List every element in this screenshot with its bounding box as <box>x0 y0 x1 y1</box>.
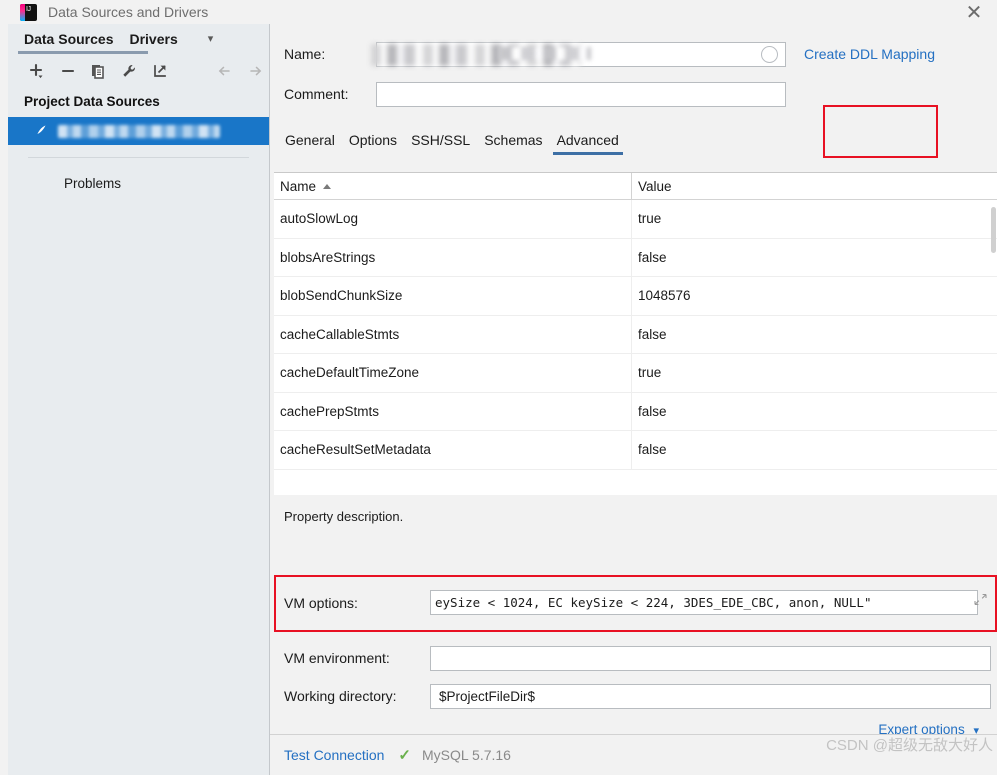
forward-button[interactable] <box>243 58 269 84</box>
cell-property-value[interactable]: false <box>632 393 997 431</box>
tab-advanced[interactable]: Advanced <box>550 132 626 156</box>
table-row[interactable]: cachePrepStmts false <box>274 392 997 431</box>
window-title: Data Sources and Drivers <box>48 4 209 20</box>
cell-property-value[interactable]: true <box>632 200 997 238</box>
working-directory-label: Working directory: <box>284 688 397 704</box>
table-scrollbar[interactable] <box>991 207 996 253</box>
sidebar-toolbar <box>8 54 269 88</box>
sidebar-tab-drivers[interactable]: Drivers <box>121 25 185 53</box>
data-sources-and-drivers-dialog: Data Sources and Drivers ✕ Data Sources … <box>0 0 997 775</box>
comment-input[interactable] <box>376 81 786 107</box>
table-header-row: Name Value <box>274 173 997 200</box>
sidebar-item-data-source-name <box>58 124 220 138</box>
tab-options[interactable]: Options <box>342 132 404 156</box>
status-bar: Test Connection ✓ MySQL 5.7.16 CSDN @超级无… <box>270 734 997 775</box>
mysql-dolphin-icon <box>30 122 50 140</box>
cell-property-name: blobsAreStrings <box>274 238 632 276</box>
name-label: Name: <box>284 46 326 62</box>
cell-property-name: cacheCallableStmts <box>274 315 632 353</box>
name-row: Name: Create DDL Mapping <box>270 38 997 70</box>
sidebar-tabs: Data Sources Drivers ▾ <box>8 24 269 54</box>
cell-property-value[interactable]: false <box>632 316 997 354</box>
properties-button[interactable] <box>116 58 142 84</box>
tab-ssh-ssl[interactable]: SSH/SSL <box>404 132 477 156</box>
comment-row: Comment: <box>270 78 997 110</box>
cell-property-value[interactable]: false <box>632 431 997 469</box>
details-tabs: General Options SSH/SSL Schemas Advanced <box>270 105 997 158</box>
check-icon: ✓ <box>398 747 411 764</box>
cell-property-value[interactable]: false <box>632 239 997 277</box>
cell-property-name: cachePrepStmts <box>274 392 632 430</box>
database-version-label: MySQL 5.7.16 <box>421 747 511 763</box>
sidebar-group-title: Project Data Sources <box>24 94 160 109</box>
back-button[interactable] <box>212 58 238 84</box>
tab-schemas[interactable]: Schemas <box>477 132 549 156</box>
column-header-name-label: Name <box>280 178 317 194</box>
working-directory-row: Working directory: $ProjectFileDir$ <box>270 680 997 712</box>
vm-environment-row: VM environment: <box>270 642 997 674</box>
details-panel: Name: Create DDL Mapping Comment: Genera… <box>270 24 997 775</box>
vm-options-row: VM options: eySize < 1024, EC keySize < … <box>270 577 997 628</box>
sidebar-item-problems[interactable]: Problems <box>8 158 269 191</box>
remove-button[interactable] <box>55 58 81 84</box>
sidebar-tab-active-underline <box>18 51 148 54</box>
tab-general[interactable]: General <box>278 132 342 156</box>
properties-table: Name Value autoSlowLog true blobsAreStri… <box>274 172 997 496</box>
property-description-area: Property description. <box>270 495 997 568</box>
table-row[interactable]: autoSlowLog true <box>274 200 997 239</box>
table-row[interactable]: blobSendChunkSize 1048576 <box>274 277 997 316</box>
vm-bottom-fields: VM environment: Working directory: $Proj… <box>270 636 997 737</box>
vm-options-expand-icon[interactable] <box>974 593 987 606</box>
cell-property-name: cacheDefaultTimeZone <box>274 354 632 392</box>
name-input[interactable] <box>371 41 786 67</box>
property-description-text: Property description. <box>284 509 404 524</box>
sidebar: Data Sources Drivers ▾ Project Data Sour… <box>8 24 270 775</box>
cell-property-name: blobSendChunkSize <box>274 277 632 315</box>
column-header-value[interactable]: Value <box>632 173 997 199</box>
external-link-icon[interactable] <box>147 58 173 84</box>
sort-ascending-icon <box>323 183 332 189</box>
table-row[interactable]: cacheDefaultTimeZone true <box>274 354 997 393</box>
cell-property-name: cacheResultSetMetadata <box>274 431 632 469</box>
cell-property-value[interactable]: 1048576 <box>632 277 997 315</box>
table-row[interactable]: blobsAreStrings false <box>274 238 997 277</box>
table-row[interactable]: cacheCallableStmts false <box>274 315 997 354</box>
chevron-down-icon[interactable]: ▾ <box>208 33 214 45</box>
table-row[interactable]: cacheResultSetMetadata false <box>274 431 997 470</box>
comment-label: Comment: <box>284 86 349 102</box>
create-ddl-mapping-link[interactable]: Create DDL Mapping <box>804 46 935 62</box>
vm-environment-label: VM environment: <box>284 650 390 666</box>
vm-options-input[interactable]: eySize < 1024, EC keySize < 224, 3DES_ED… <box>430 590 978 615</box>
vm-environment-input[interactable] <box>430 645 991 671</box>
add-button[interactable] <box>24 58 50 84</box>
column-header-name[interactable]: Name <box>274 173 632 199</box>
sidebar-tab-data-sources[interactable]: Data Sources <box>16 25 121 53</box>
advanced-tab-highlight <box>823 105 938 158</box>
test-connection-link[interactable]: Test Connection <box>284 747 384 763</box>
intellij-icon <box>20 3 37 21</box>
cell-property-name: autoSlowLog <box>274 200 632 238</box>
vm-options-label: VM options: <box>284 594 358 611</box>
working-directory-input[interactable]: $ProjectFileDir$ <box>430 683 991 709</box>
watermark-text: CSDN @超级无敌大好人 <box>826 737 993 754</box>
close-icon[interactable]: ✕ <box>959 0 989 24</box>
cell-property-value[interactable]: true <box>632 354 997 392</box>
sidebar-item-data-source[interactable] <box>8 117 269 145</box>
duplicate-button[interactable] <box>86 58 112 84</box>
circle-icon[interactable] <box>761 46 778 63</box>
name-redacted-value-2 <box>499 46 591 60</box>
window-titlebar: Data Sources and Drivers ✕ <box>0 0 997 24</box>
